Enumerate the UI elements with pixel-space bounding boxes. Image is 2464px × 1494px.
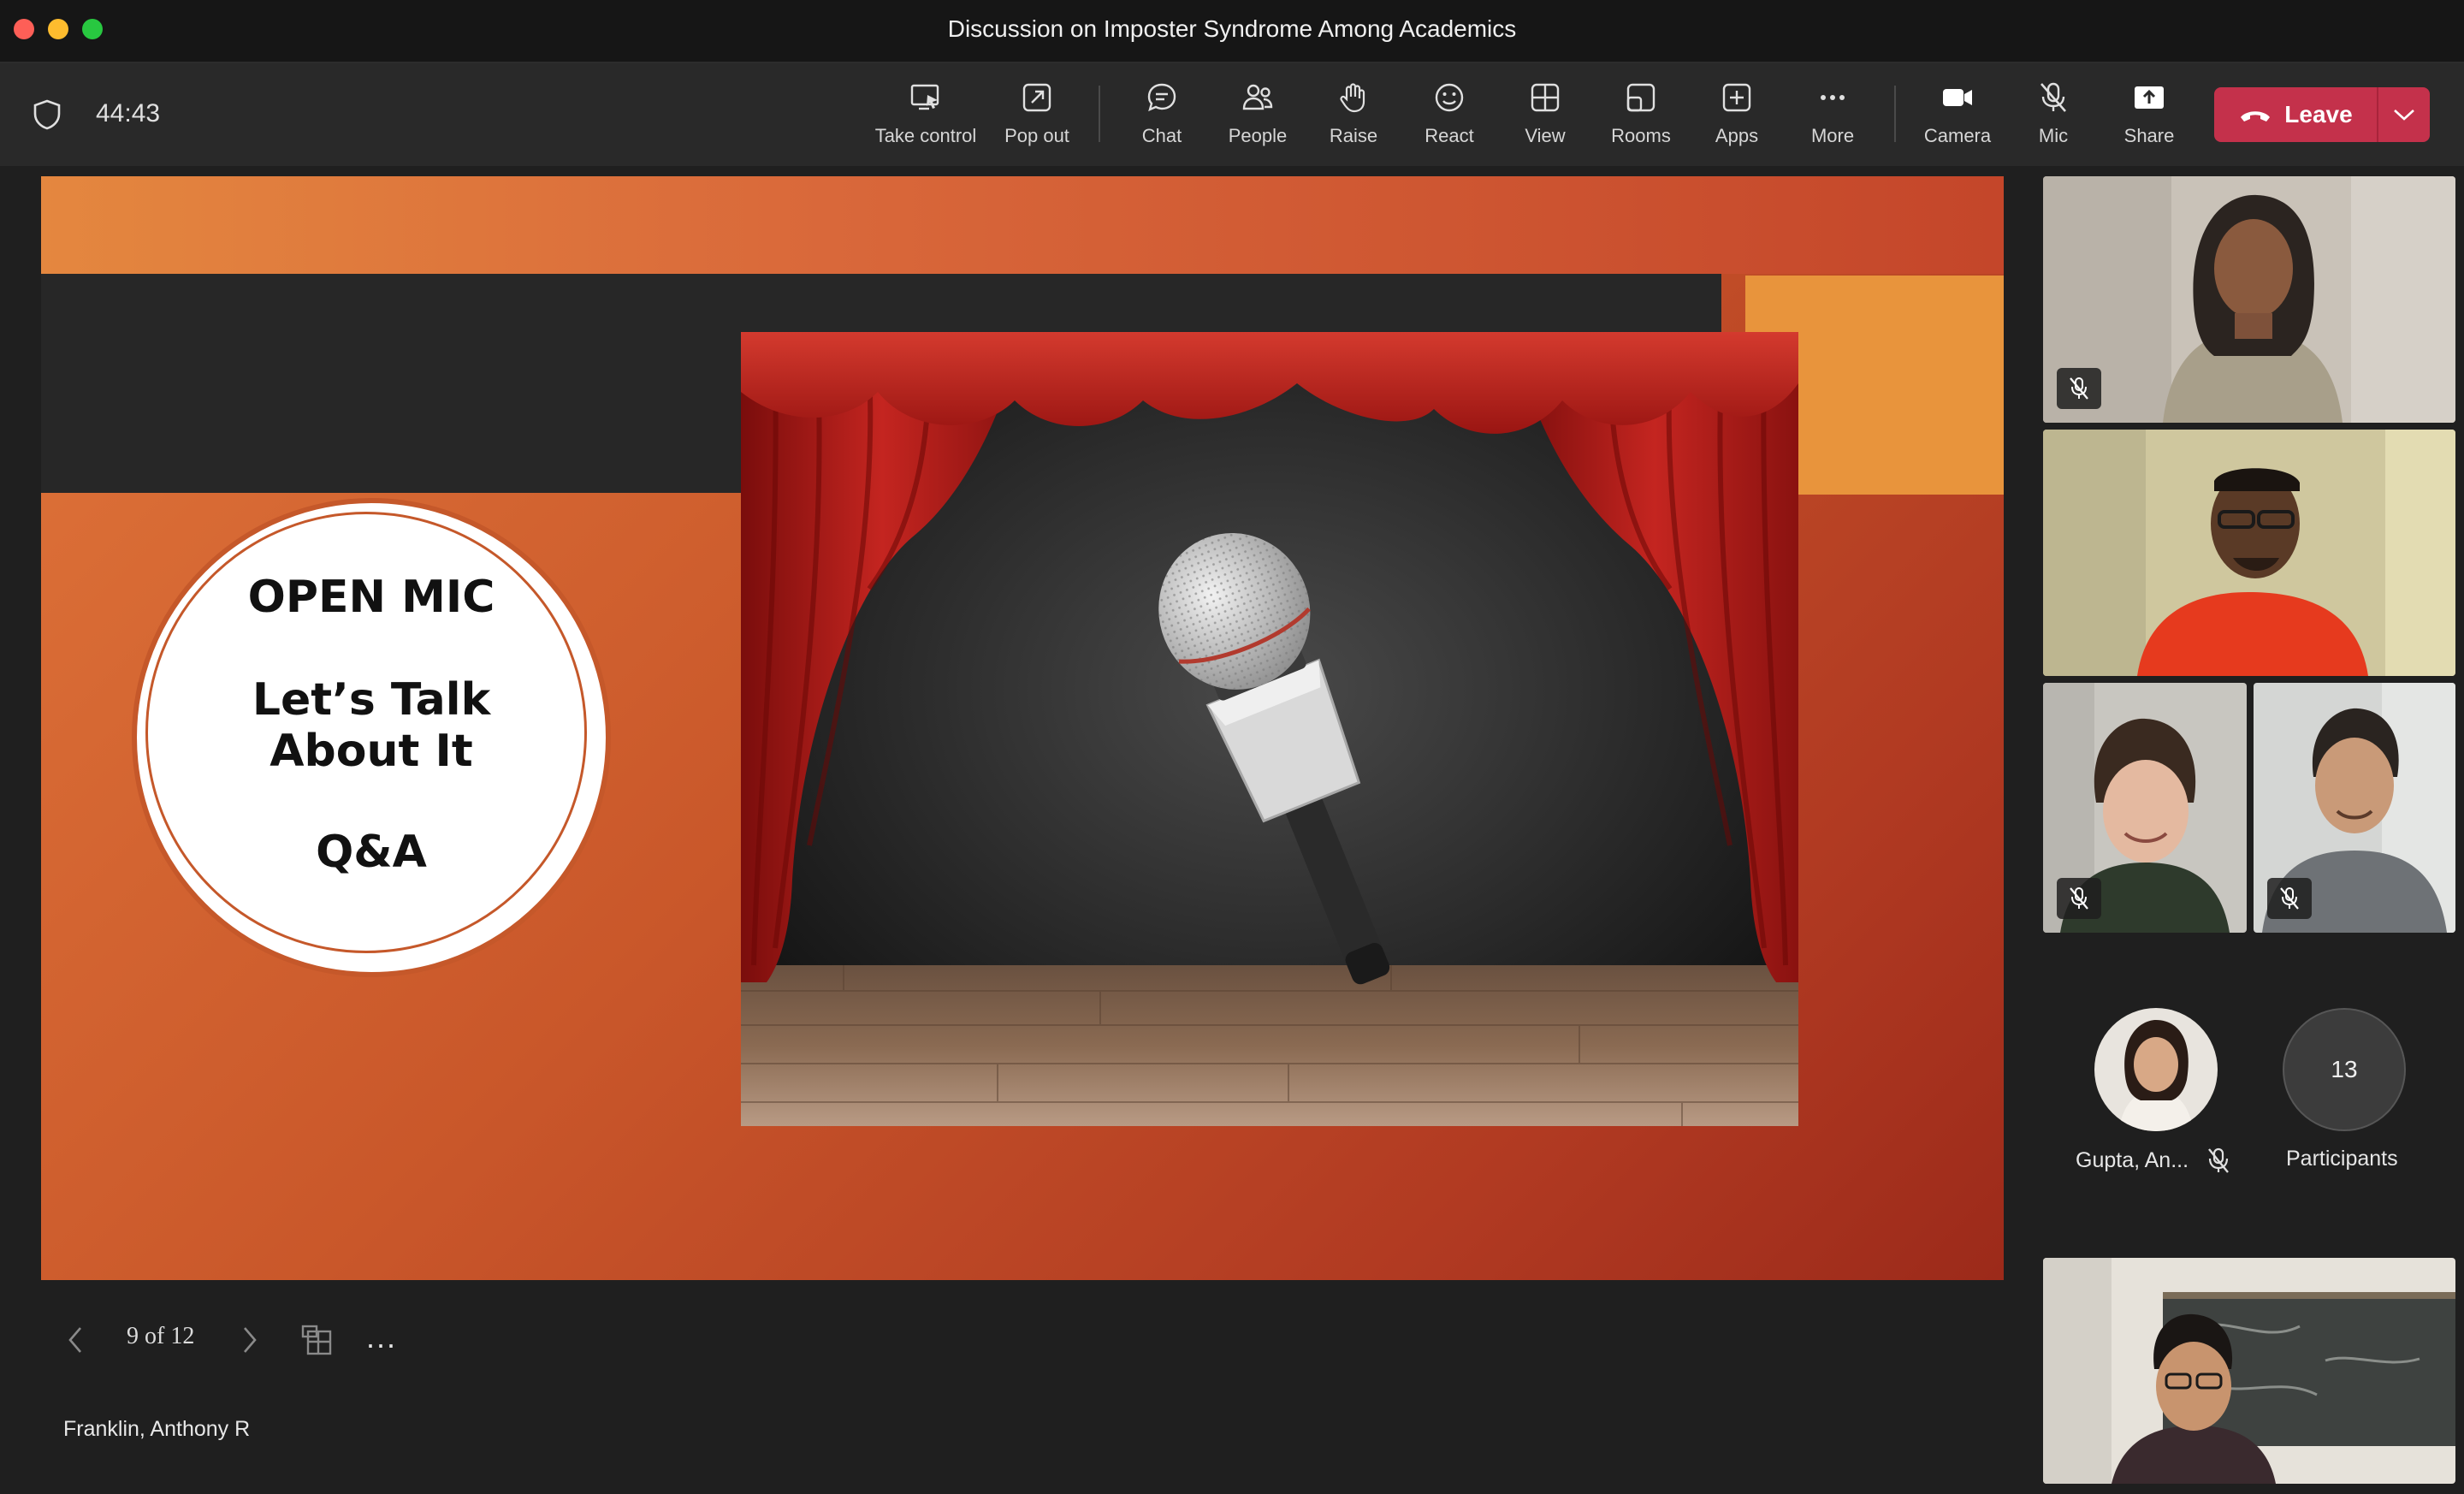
- pop-out-label: Pop out: [1004, 125, 1069, 146]
- chat-button[interactable]: Chat: [1111, 80, 1213, 154]
- previous-slide-button[interactable]: [63, 1323, 87, 1357]
- video-tile-participant-3[interactable]: [2043, 683, 2247, 933]
- mic-off-icon: [2208, 1147, 2229, 1173]
- hang-up-phone-icon: [2241, 111, 2271, 122]
- share-label: Share: [2123, 125, 2175, 146]
- take-control-label: Take control: [874, 125, 977, 146]
- pop-out-icon: [1022, 83, 1051, 112]
- slide-title-circle: OPEN MIC Let’s Talk About It Q&A: [132, 498, 611, 977]
- slide-more-options[interactable]: ...: [366, 1322, 397, 1353]
- participant-count: 13: [2331, 1056, 2358, 1082]
- mic-off-icon: [2070, 887, 2088, 910]
- video-tile-participant-4[interactable]: [2254, 683, 2455, 933]
- toolbar-divider: [1894, 86, 1896, 142]
- leave-label: Leave: [2284, 101, 2353, 127]
- participants-label: Participants: [2286, 1147, 2398, 1171]
- camera-button[interactable]: Camera: [1906, 80, 2009, 154]
- participant-3-mute-badge: [2057, 878, 2101, 919]
- react-label: React: [1424, 125, 1474, 146]
- meeting-timer: 44:43: [96, 99, 161, 127]
- react-button[interactable]: React: [1398, 80, 1501, 154]
- view-button[interactable]: View: [1494, 80, 1596, 154]
- participant-4-mute-badge: [2267, 878, 2312, 919]
- chevron-down-icon: [2394, 110, 2414, 121]
- chat-icon: [1147, 83, 1176, 112]
- slide-page-counter: 9 of 12: [127, 1323, 195, 1349]
- people-button[interactable]: People: [1206, 80, 1309, 154]
- window-title: Discussion on Imposter Syndrome Among Ac…: [947, 15, 1517, 42]
- video-tile-participant-2[interactable]: [2043, 430, 2455, 676]
- mic-muted-icon: [2040, 82, 2066, 112]
- more-label: More: [1810, 125, 1855, 146]
- rooms-label: Rooms: [1611, 125, 1671, 146]
- toolbar-divider: [1099, 86, 1100, 142]
- next-slide-button[interactable]: [238, 1323, 262, 1357]
- avatar-participant-name: Gupta, An...: [2076, 1148, 2189, 1172]
- more-dots-icon: [1821, 95, 1845, 100]
- raise-hand-button[interactable]: Raise: [1302, 80, 1405, 154]
- camera-icon: [1943, 89, 1972, 106]
- leave-button[interactable]: Leave: [2214, 87, 2377, 142]
- shared-presentation-slide: OPEN MIC Let’s Talk About It Q&A: [41, 176, 2004, 1280]
- more-button[interactable]: More: [1781, 80, 1884, 154]
- window-titlebar: Discussion on Imposter Syndrome Among Ac…: [0, 0, 2464, 63]
- react-smiley-icon: [1435, 83, 1464, 112]
- meeting-toolbar: 44:43 Take control Pop out Chat People R…: [0, 63, 2464, 166]
- leave-options-dropdown[interactable]: [2378, 87, 2430, 142]
- video-tile-self-view[interactable]: [2043, 1258, 2455, 1484]
- mic-off-icon: [2070, 377, 2088, 400]
- slide-text-about-it: About It: [270, 726, 473, 777]
- shield-icon[interactable]: [33, 99, 62, 130]
- slide-text-qa: Q&A: [316, 827, 427, 878]
- participant-count-circle[interactable]: 13: [2283, 1008, 2406, 1131]
- take-control-icon: [910, 84, 939, 110]
- view-grid-icon: [1531, 83, 1560, 112]
- share-screen-icon: [2135, 86, 2164, 109]
- share-button[interactable]: Share: [2098, 80, 2200, 154]
- mic-off-icon: [2280, 887, 2299, 910]
- rooms-icon: [1626, 83, 1656, 112]
- pop-out-button[interactable]: Pop out: [986, 80, 1088, 154]
- apps-label: Apps: [1715, 125, 1759, 146]
- leave-button-group: Leave: [2214, 87, 2430, 142]
- slide-text-open-mic: OPEN MIC: [247, 572, 495, 623]
- avatar-photo: [2094, 1008, 2218, 1131]
- people-label: People: [1228, 125, 1288, 146]
- apps-button[interactable]: Apps: [1685, 80, 1788, 154]
- view-label: View: [1525, 125, 1566, 146]
- apps-plus-icon: [1722, 83, 1751, 112]
- chat-label: Chat: [1141, 125, 1182, 146]
- people-icon: [1242, 84, 1273, 110]
- raise-hand-label: Raise: [1329, 125, 1378, 146]
- participant-1-video: [2043, 176, 2455, 423]
- slide-text-lets-talk: Let’s Talk: [252, 674, 491, 726]
- participant-avatar[interactable]: [2094, 1008, 2218, 1131]
- take-control-button[interactable]: Take control: [874, 80, 977, 154]
- slide-grid-icon[interactable]: [299, 1323, 334, 1357]
- participant-2-video: [2043, 430, 2455, 676]
- self-view-video: [2043, 1258, 2455, 1484]
- camera-label: Camera: [1923, 125, 1992, 146]
- video-tile-participant-1[interactable]: [2043, 176, 2455, 423]
- rooms-button[interactable]: Rooms: [1590, 80, 1692, 154]
- participant-1-mute-badge: [2057, 368, 2101, 409]
- mic-button[interactable]: Mic: [2002, 80, 2105, 154]
- presenter-name: Franklin, Anthony R: [63, 1417, 251, 1441]
- stage-microphone-image: [741, 332, 1798, 1126]
- mic-label: Mic: [2038, 125, 2069, 146]
- raise-hand-icon: [1340, 83, 1365, 113]
- slide-top-band: [41, 176, 2004, 274]
